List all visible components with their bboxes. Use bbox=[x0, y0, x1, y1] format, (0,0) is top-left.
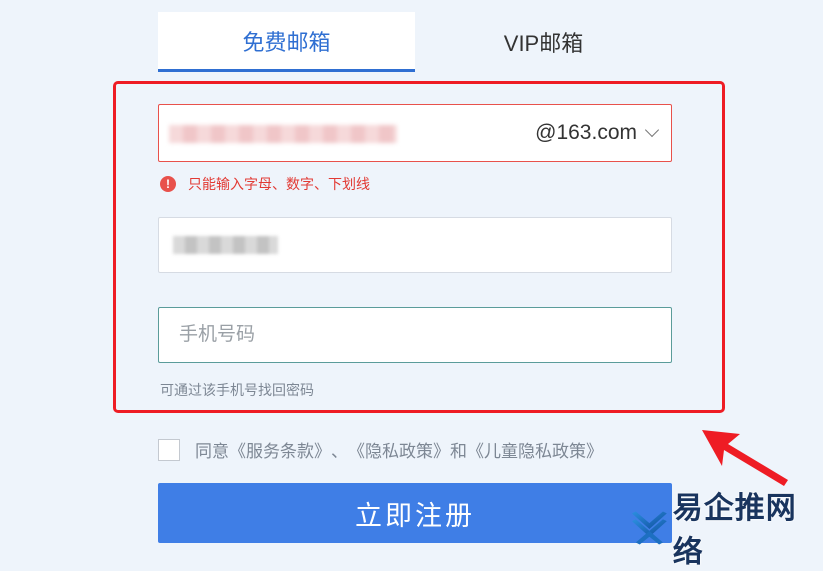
annotation-highlight-box bbox=[113, 81, 725, 413]
watermark-logo-icon bbox=[631, 510, 667, 544]
privacy-policy-link[interactable]: 《隐私政策》 bbox=[348, 437, 450, 462]
agree-prefix: 同意 bbox=[195, 442, 229, 461]
service-terms-link[interactable]: 《服务条款》 bbox=[229, 437, 331, 462]
agree-checkbox[interactable] bbox=[158, 438, 180, 461]
agreement-row: 同意 《服务条款》 、 《隐私政策》 和 《儿童隐私政策》 bbox=[158, 437, 603, 462]
tab-vip-mailbox[interactable]: VIP邮箱 bbox=[415, 12, 672, 72]
agree-separator: 、 bbox=[331, 442, 348, 461]
register-button[interactable]: 立即注册 bbox=[158, 483, 672, 543]
annotation-arrow-icon bbox=[702, 430, 788, 486]
agree-and: 和 bbox=[450, 442, 467, 461]
tab-free-mailbox[interactable]: 免费邮箱 bbox=[158, 12, 415, 72]
watermark-text: 易企推网络 bbox=[672, 490, 797, 570]
watermark: 易企推网络 bbox=[630, 491, 823, 570]
children-policy-link[interactable]: 《儿童隐私政策》 bbox=[467, 437, 603, 462]
